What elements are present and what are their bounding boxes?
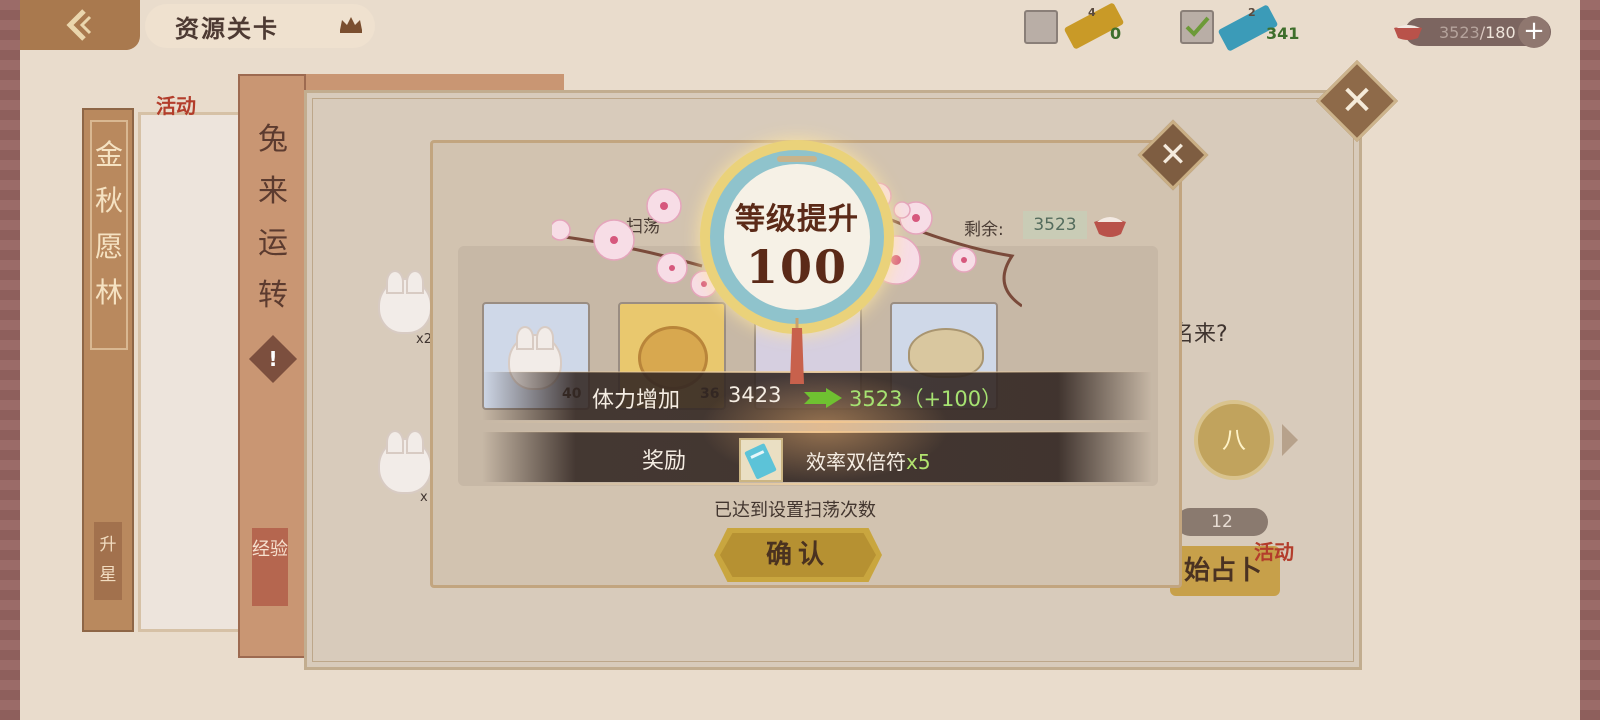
ticket-icon — [744, 443, 777, 479]
bowl-icon — [1394, 25, 1422, 40]
count-pill: 12 — [1176, 508, 1268, 536]
card2-title: 兔来运转 — [258, 122, 288, 313]
bunny-icon — [378, 430, 432, 494]
arrow-right-icon — [804, 388, 842, 408]
event-card-golden-autumn[interactable]: 金秋愿林 升星 — [82, 108, 134, 632]
page-title: 资源关卡 — [175, 13, 279, 43]
close-icon[interactable]: ✕ — [1328, 72, 1386, 130]
resource1-checkbox[interactable] — [1024, 10, 1058, 44]
level-up-medal: 等级提升 100 — [700, 140, 894, 338]
card2-subtitle: 经验 — [252, 528, 288, 606]
reached-limit-text: 已达到设置扫荡次数 — [714, 500, 876, 521]
close-icon[interactable]: ✕ — [1148, 130, 1198, 180]
circle-option-button[interactable]: 八 — [1194, 400, 1274, 480]
level-value: 100 — [745, 240, 849, 294]
left-border — [0, 0, 20, 720]
resource1-small: 4 — [1088, 6, 1096, 19]
stamina-increase-label: 体力增加 — [592, 388, 681, 413]
top-bar: 资源关卡 4 0 2 341 3523/180 + — [20, 0, 1580, 52]
card1-event-tag: 活动 — [156, 94, 196, 118]
card1-title: 金秋愿林 — [90, 120, 128, 350]
stamina-current: 3523 — [1439, 22, 1480, 42]
add-stamina-button[interactable]: + — [1518, 16, 1550, 48]
stamina-max: 180 — [1485, 22, 1516, 42]
tassel-icon — [790, 318, 804, 384]
side-item-count: x — [420, 490, 428, 505]
back-button[interactable] — [20, 0, 140, 50]
ribbon-divider — [482, 483, 1152, 485]
confirm-label: 确认 — [765, 540, 830, 570]
remaining-value: 3523 — [1023, 211, 1087, 239]
resource2-value: 341 — [1266, 24, 1300, 43]
reward-name: 效率双倍符x5 — [806, 446, 931, 475]
start-event-tag: 活动 — [1254, 540, 1294, 564]
stamina-new-value: 3523（+100） — [849, 387, 1003, 411]
reward-item-name: 效率双倍符 — [806, 450, 906, 474]
warning-mark: ! — [268, 347, 278, 371]
bunny-icon — [378, 270, 432, 334]
level-up-title: 等级提升 — [735, 202, 859, 237]
stamina-old-value: 3423 — [728, 383, 782, 407]
resource2-checkbox[interactable] — [1180, 10, 1214, 44]
resource2-small: 2 — [1248, 6, 1256, 19]
chevron-left-icon — [66, 9, 92, 41]
warning-icon: ! — [248, 334, 298, 384]
check-icon — [1185, 16, 1210, 37]
reward-item-slot[interactable] — [739, 438, 783, 482]
card1-subtitle: 升星 — [94, 522, 122, 600]
bowl-icon — [1094, 217, 1126, 237]
reward-label: 奖励 — [642, 449, 687, 474]
medal-tab — [777, 156, 817, 162]
confirm-button[interactable]: 确认 — [714, 528, 882, 582]
crown-icon[interactable] — [338, 14, 364, 34]
resource1-value: 0 — [1110, 24, 1122, 43]
next-arrow-icon[interactable] — [1282, 424, 1298, 456]
event-card-rabbit-luck[interactable]: 兔来运转 ! 经验 — [238, 74, 306, 658]
reward-quantity: x5 — [906, 450, 931, 474]
right-border — [1580, 0, 1600, 720]
